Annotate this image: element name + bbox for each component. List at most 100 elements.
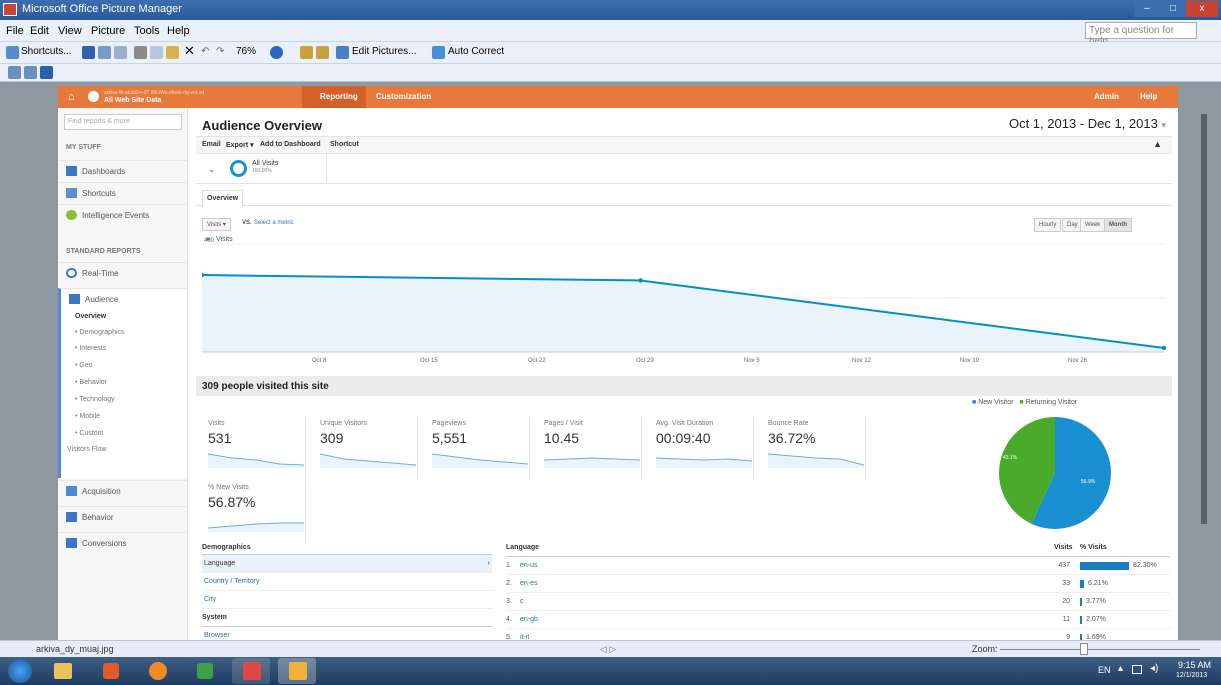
export-button[interactable]: Export ▾ [226,141,254,149]
edit-pictures-button[interactable]: Edit Pictures... [352,46,416,57]
undo-icon[interactable]: ↶ [201,46,209,57]
metric-pageviews[interactable]: Pageviews 5,551 [426,418,530,478]
copy-icon[interactable] [150,46,163,59]
email-icon[interactable] [114,46,127,59]
menu-tools[interactable]: Tools [134,25,160,37]
taskbar-paint-icon[interactable] [232,658,270,684]
sidebar-sub-mobile[interactable]: • Mobile [75,413,100,420]
zoom-in-icon[interactable] [270,46,283,59]
demographics-city[interactable]: City [202,591,492,609]
tab-help[interactable]: Help [1132,86,1165,108]
tray-arrow-icon[interactable]: ▴ [1118,663,1123,674]
menu-view[interactable]: View [58,25,82,37]
metric-pages-visit[interactable]: Pages / Visit 10.45 [538,418,642,478]
close-button[interactable]: x [1186,1,1218,17]
menu-picture[interactable]: Picture [91,25,125,37]
demographics-language[interactable]: Language › [202,555,492,573]
tab-admin[interactable]: Admin [1086,86,1127,108]
hourly-button[interactable]: Hourly [1034,218,1062,232]
thumbnail-view-icon[interactable] [8,66,21,79]
sidebar-item-label: Audience [85,295,119,304]
metric-unique-visitors[interactable]: Unique Visitors 309 [314,418,418,478]
print-icon[interactable] [98,46,111,59]
metric-value: 56.87% [208,494,256,510]
metric-bounce-rate[interactable]: Bounce Rate 36.72% [762,418,866,478]
sidebar-item-intelligence-events[interactable]: Intelligence Events [58,204,187,226]
redo-icon[interactable]: ↷ [216,46,224,57]
select-metric-link[interactable]: Select a metric [254,220,294,226]
sidebar-item-audience[interactable]: Audience Overview • Demographics • Inter… [58,288,187,478]
tab-overview[interactable]: Overview [202,190,244,207]
email-button[interactable]: Email [202,141,221,148]
maximize-button[interactable]: □ [1160,1,1186,17]
sidebar-item-behavior[interactable]: Behavior [58,506,187,528]
paste-icon[interactable] [166,46,179,59]
account-selector[interactable]: arkiva-fb-ab3d9-r-37.90l-iWx-dkwis-dg-vn… [104,90,204,104]
network-icon[interactable] [1132,665,1142,674]
shortcuts-button[interactable]: Shortcuts... [21,46,72,57]
language-link[interactable]: c [520,598,524,605]
metric-new-visits[interactable]: % New Visits 56.87% [202,482,306,542]
demographics-country[interactable]: Country / Territory [202,573,492,591]
delete-icon[interactable]: ✕ [184,43,195,59]
sidebar-sub-overview[interactable]: Overview [75,313,106,320]
cut-icon[interactable] [134,46,147,59]
metric-avg-visit-duration[interactable]: Avg. Visit Duration 00:09:40 [650,418,754,478]
sidebar-item-acquisition[interactable]: Acquisition [58,480,187,502]
taskbar-firefox-icon[interactable] [138,658,176,684]
sidebar-sub-custom[interactable]: • Custom [75,430,104,437]
segment-toggle-icon[interactable]: ⌄ [208,164,216,175]
sidebar-sub-demographics[interactable]: • Demographics [75,329,125,336]
tab-reporting[interactable]: Reporting [302,86,366,108]
add-to-dashboard-button[interactable]: Add to Dashboard [260,141,321,148]
single-picture-view-icon[interactable] [40,66,53,79]
rotate-left-icon[interactable] [300,46,313,59]
segment-name[interactable]: All Visits [252,160,278,167]
metric-select[interactable]: Visits ▾ [202,218,231,231]
auto-correct-button[interactable]: Auto Correct [448,46,504,57]
sidebar-item-real-time[interactable]: Real-Time [58,262,187,284]
ask-question-input[interactable]: Type a question for help [1085,22,1197,47]
sidebar-sub-technology[interactable]: • Technology [75,396,115,403]
shortcut-button[interactable]: Shortcut [330,141,359,148]
scrollbar-thumb[interactable] [1201,114,1207,524]
taskbar-explorer-icon[interactable] [44,658,82,684]
rotate-right-icon[interactable] [316,46,329,59]
sidebar-item-dashboards[interactable]: Dashboards [58,160,187,182]
report-search-input[interactable]: Find reports & more [64,114,182,130]
filmstrip-view-icon[interactable] [24,66,37,79]
tab-customization[interactable]: Customization [368,86,439,108]
language-link[interactable]: en-us [520,562,538,569]
prev-next-buttons[interactable]: ◁ ▷ [600,644,616,655]
clock-time[interactable]: 9:15 AM [1178,660,1211,670]
clock-date[interactable]: 12/1/2013 [1176,672,1207,679]
zoom-slider-thumb[interactable] [1080,643,1088,655]
sidebar-sub-visitors-flow[interactable]: Visitors Flow [67,446,107,453]
minimize-button[interactable]: – [1134,1,1160,17]
sidebar-sub-behavior[interactable]: • Behavior [75,379,107,386]
save-icon[interactable] [82,46,95,59]
taskbar-media-icon[interactable] [92,658,130,684]
language-link[interactable]: en-es [520,580,538,587]
language-link[interactable]: en-gb [520,616,538,623]
sidebar-item-shortcuts[interactable]: Shortcuts [58,182,187,204]
zoom-select[interactable]: 76% [236,46,256,57]
zoom-slider-track[interactable] [1000,649,1200,650]
week-button[interactable]: Week [1080,218,1106,232]
date-range-picker[interactable]: Oct 1, 2013 - Dec 1, 2013 ▾ [1009,116,1166,131]
taskbar-network-icon[interactable] [186,658,224,684]
menu-edit[interactable]: Edit [30,25,49,37]
home-icon[interactable]: ⌂ [68,91,75,103]
graduation-cap-icon[interactable]: ▲ [1153,139,1162,149]
menu-help[interactable]: Help [167,25,190,37]
taskbar-picture-manager-icon[interactable] [278,658,316,684]
sidebar-sub-interests[interactable]: • Interests [75,345,106,352]
language-indicator[interactable]: EN [1098,665,1111,675]
month-button[interactable]: Month [1104,218,1132,232]
metric-visits[interactable]: Visits 531 [202,418,306,478]
sidebar-item-conversions[interactable]: Conversions [58,532,187,554]
start-button[interactable] [8,659,32,683]
volume-icon[interactable]: ◂) [1150,663,1158,674]
menu-file[interactable]: File [6,25,24,37]
sidebar-sub-geo[interactable]: • Geo [75,362,93,369]
